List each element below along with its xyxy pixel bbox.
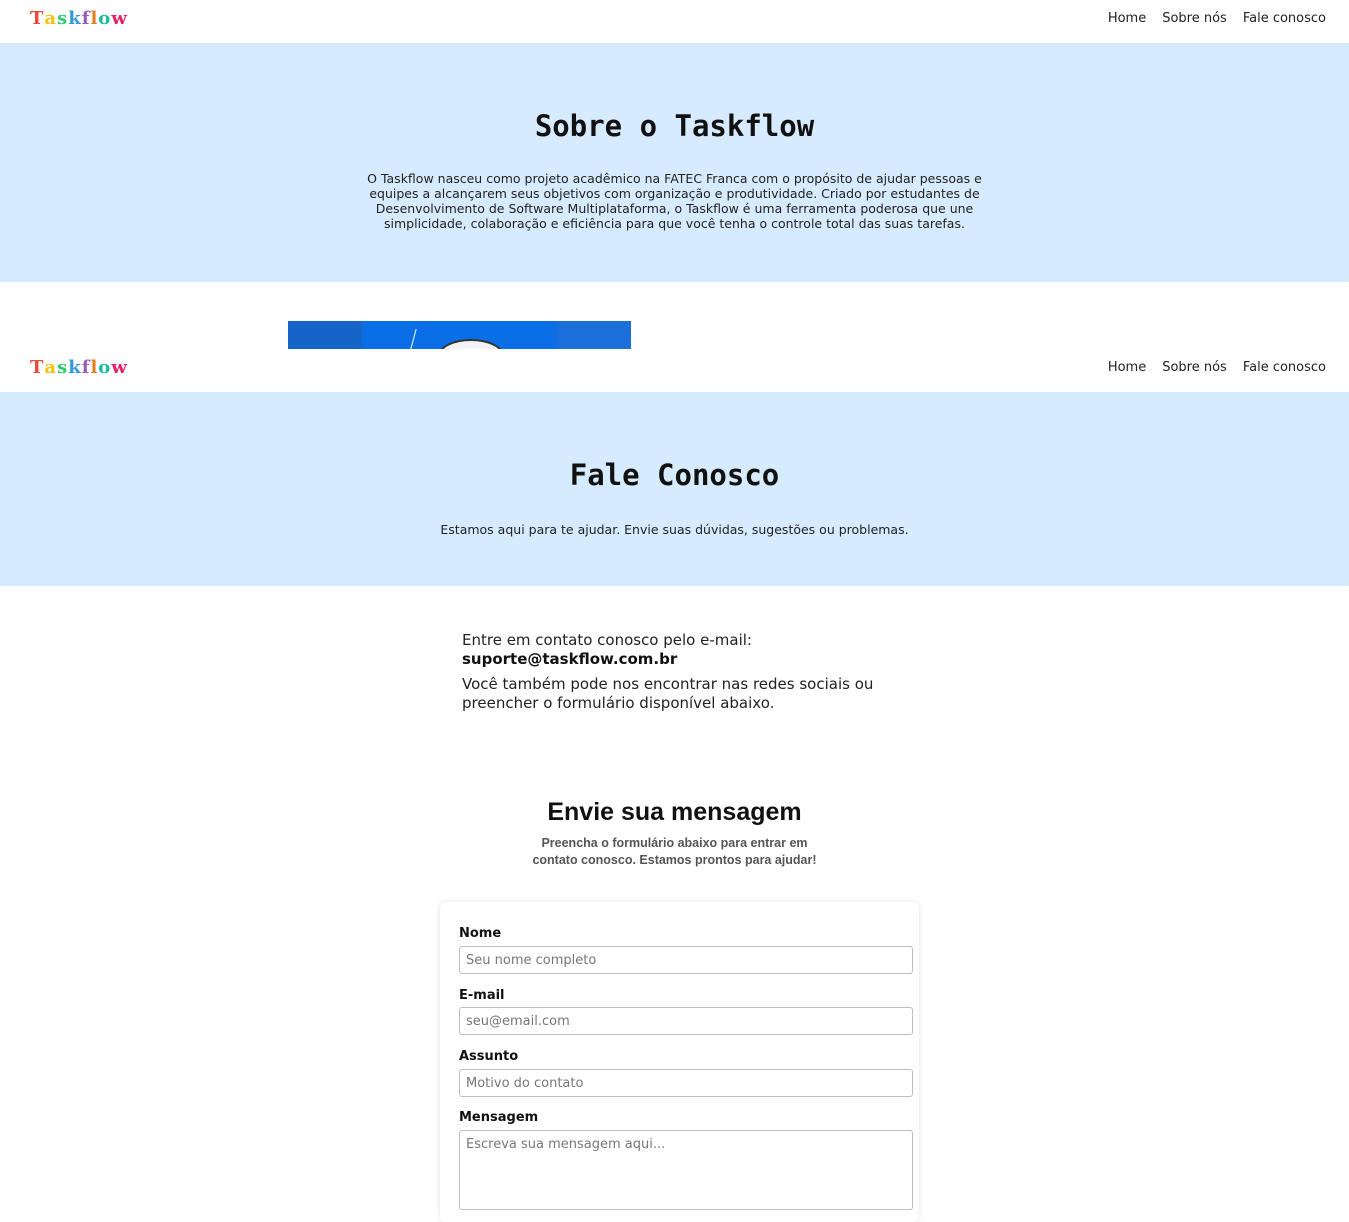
logo-letter: f (81, 8, 91, 29)
contact-info: Entre em contato conosco pelo e-mail: su… (462, 631, 902, 713)
logo-letter: T (30, 8, 45, 29)
nav-link-about[interactable]: Sobre nós (1162, 360, 1227, 375)
logo-letter: o (98, 357, 112, 378)
subject-input[interactable] (459, 1069, 913, 1097)
team-image (288, 321, 631, 352)
name-label: Nome (459, 926, 502, 941)
about-text: O Taskflow nasceu como projeto acadêmico… (367, 171, 982, 231)
name-input[interactable] (459, 946, 913, 974)
nav-links: Home Sobre nós Fale conosco (1108, 11, 1326, 26)
logo-letter: a (44, 357, 58, 378)
form-heading: Envie sua mensagem Preencha o formulário… (0, 798, 1349, 869)
logo-letter: s (57, 8, 69, 29)
about-hero: Sobre o Taskflow O Taskflow nasceu como … (0, 43, 1349, 282)
contact-title: Fale Conosco (569, 458, 780, 492)
email-input[interactable] (459, 1007, 913, 1035)
about-title: Sobre o Taskflow (534, 109, 815, 143)
form-subtitle: Preencha o formulário abaixo para entrar… (532, 836, 817, 867)
form-title: Envie sua mensagem (547, 798, 802, 826)
message-textarea[interactable] (459, 1130, 913, 1210)
logo-letter: T (30, 357, 45, 378)
top-navbar: Taskflow Home Sobre nós Fale conosco (0, 0, 1349, 42)
logo-letter: o (98, 8, 112, 29)
logo-letter: k (68, 357, 82, 378)
logo-letter: k (68, 8, 82, 29)
contact-intro: Entre em contato conosco pelo e-mail: (462, 631, 752, 649)
email-label: E-mail (459, 988, 505, 1003)
subject-label: Assunto (459, 1049, 519, 1064)
contact-form: Nome E-mail Assunto Mensagem (440, 902, 919, 1222)
contact-navbar: Taskflow Home Sobre nós Fale conosco (0, 349, 1349, 391)
contact-hero: Fale Conosco Estamos aqui para te ajudar… (0, 392, 1349, 586)
nav-link-about[interactable]: Sobre nós (1162, 11, 1227, 26)
support-email[interactable]: suporte@taskflow.com.br (462, 650, 902, 669)
nav-link-home[interactable]: Home (1108, 11, 1146, 26)
nav-link-contact[interactable]: Fale conosco (1243, 11, 1326, 26)
nav-link-home[interactable]: Home (1108, 360, 1146, 375)
taskflow-logo[interactable]: Taskflow (30, 8, 128, 29)
logo-letter: f (81, 357, 91, 378)
taskflow-logo[interactable]: Taskflow (30, 357, 128, 378)
logo-letter: a (44, 8, 58, 29)
message-label: Mensagem (459, 1110, 539, 1125)
logo-letter: l (90, 357, 99, 378)
contact-extra: Você também pode nos encontrar nas redes… (462, 675, 874, 712)
logo-letter: s (57, 357, 69, 378)
nav-link-contact[interactable]: Fale conosco (1243, 360, 1326, 375)
logo-letter: w (111, 8, 128, 29)
logo-letter: w (111, 357, 128, 378)
nav-links: Home Sobre nós Fale conosco (1108, 360, 1326, 375)
contact-subtitle: Estamos aqui para te ajudar. Envie suas … (440, 522, 909, 537)
logo-letter: l (90, 8, 99, 29)
